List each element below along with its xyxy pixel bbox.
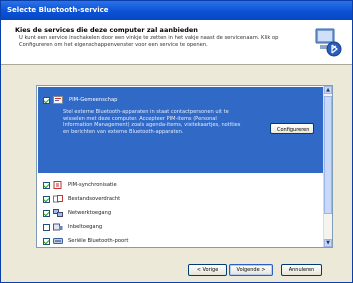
service-checkbox[interactable] [43, 223, 50, 231]
service-description: Stel externe Bluetooth-apparaten in staa… [63, 109, 241, 135]
service-label: Seriële Bluetooth-poort [68, 238, 129, 244]
next-button[interactable]: Volgende > [229, 264, 273, 276]
service-item[interactable]: Seriële Bluetooth-poort [43, 236, 128, 246]
sync-icon [53, 181, 63, 189]
scroll-thumb[interactable] [324, 96, 332, 214]
service-item[interactable]: Netwerktoegang [43, 208, 111, 218]
vertical-scrollbar[interactable]: ▲ ▼ [323, 86, 332, 247]
service-checkbox[interactable] [43, 181, 50, 189]
bluetooth-service-wizard: Selecte Bluetooth-service Kies de servic… [0, 0, 353, 283]
service-label: PIM-Gemeenschap [69, 97, 118, 103]
service-item[interactable]: Bestandsoverdracht [43, 194, 120, 204]
serial-port-icon [53, 237, 63, 245]
service-item[interactable]: PIM-synchronisatie [43, 180, 117, 190]
dialup-icon [53, 223, 63, 231]
service-label: PIM-synchronisatie [68, 182, 117, 188]
service-label: Inbeltoegang [68, 224, 103, 230]
service-checkbox[interactable] [43, 195, 50, 203]
network-icon [53, 209, 63, 217]
scroll-up-arrow-icon[interactable]: ▲ [324, 86, 332, 94]
service-checkbox[interactable] [43, 96, 50, 104]
back-button[interactable]: < Vorige [188, 264, 227, 276]
service-checkbox[interactable] [43, 209, 50, 217]
cancel-button[interactable]: Annuleren [281, 264, 322, 276]
header-description: U kunt een service inschakelen door een … [19, 35, 279, 48]
pim-exchange-icon [53, 96, 63, 104]
service-label: Bestandsoverdracht [68, 196, 121, 202]
wizard-header: Kies de services die deze computer zal a… [1, 20, 352, 65]
service-item[interactable]: Inbeltoegang [43, 222, 102, 232]
file-transfer-icon [53, 195, 63, 203]
scroll-down-arrow-icon[interactable]: ▼ [324, 239, 332, 247]
window-title: Selecte Bluetooth-service [1, 1, 352, 20]
configure-button[interactable]: Configureren [270, 123, 314, 134]
header-title: Kies de services die deze computer zal a… [15, 26, 198, 34]
bluetooth-computer-icon [314, 25, 342, 57]
service-checkbox[interactable] [43, 237, 50, 245]
service-list[interactable]: PIM-Gemeenschap Stel externe Bluetooth-a… [36, 85, 333, 248]
service-item-selected[interactable]: PIM-Gemeenschap Stel externe Bluetooth-a… [38, 87, 324, 173]
service-label: Netwerktoegang [68, 210, 112, 216]
